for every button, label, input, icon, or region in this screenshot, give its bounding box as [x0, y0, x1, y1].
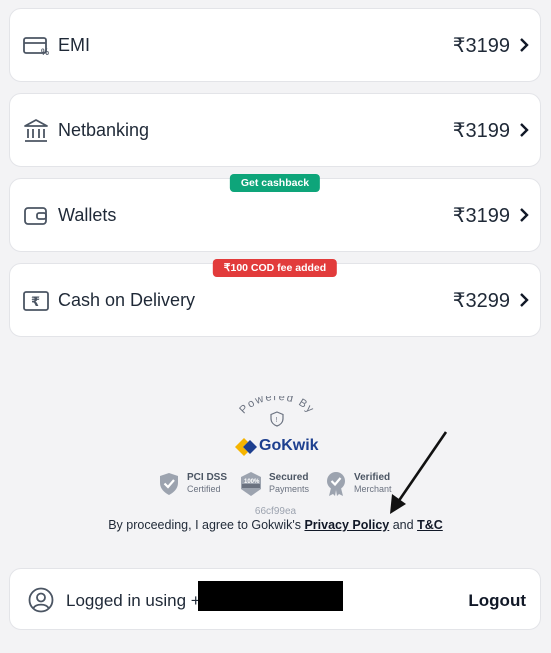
- payment-option-label: EMI: [58, 35, 91, 55]
- gokwik-logo-icon: [235, 438, 257, 456]
- privacy-policy-link[interactable]: Privacy Policy: [304, 518, 389, 532]
- payment-option-label: Wallets: [58, 205, 117, 225]
- wallet-icon: [24, 207, 47, 225]
- secure-100-badge-icon: 100%: [241, 472, 261, 496]
- consent-prefix: By proceeding, I agree to Gokwik's: [108, 518, 301, 532]
- cashback-badge: Get cashback: [229, 174, 321, 192]
- credit-card-percent-icon: %: [23, 37, 49, 57]
- payment-option-wallets[interactable]: Get cashback Wallets ₹3199: [9, 174, 541, 252]
- logged-in-text: Logged in using +9: [66, 591, 211, 610]
- svg-text:Powered By: Powered By: [237, 396, 316, 416]
- svg-text:₹: ₹: [31, 295, 40, 310]
- payment-option-cod[interactable]: ₹100 COD fee added ₹ Cash on Delivery ₹3…: [9, 259, 541, 337]
- consent-and: and: [392, 518, 414, 532]
- chevron-right-icon: [520, 293, 529, 307]
- gokwik-brand-text: GoKwik: [259, 437, 319, 454]
- chevron-right-icon: [520, 123, 529, 137]
- build-hash: 66cf99ea: [254, 506, 297, 517]
- consent-text: By proceeding, I agree to Gokwik's Priva…: [0, 518, 551, 532]
- chevron-right-icon: [520, 208, 529, 222]
- redacted-phone-number: [198, 581, 343, 611]
- powered-by-arc-text: Powered By !: [237, 396, 316, 427]
- payment-option-label: Netbanking: [58, 120, 150, 140]
- payment-option-netbanking[interactable]: Netbanking ₹3199: [9, 93, 541, 167]
- trust-badge-title: Secured: [269, 472, 309, 483]
- svg-text:%: %: [41, 47, 49, 57]
- trust-badge-subtitle: Certified: [187, 484, 221, 494]
- trust-badge-subtitle: Payments: [269, 484, 310, 494]
- user-avatar-icon: [28, 587, 54, 613]
- verified-badge-icon: [327, 472, 345, 496]
- payment-option-price: ₹3299: [452, 290, 510, 312]
- payment-option-price: ₹3199: [452, 35, 510, 57]
- svg-text:!: !: [276, 417, 278, 424]
- bank-icon: [24, 119, 48, 142]
- tnc-link[interactable]: T&C: [417, 518, 443, 532]
- payment-option-emi[interactable]: % EMI ₹3199: [9, 8, 541, 82]
- payment-option-price: ₹3199: [452, 120, 510, 142]
- login-status-card: Logged in using +9 Logout: [9, 568, 541, 630]
- cod-fee-badge: ₹100 COD fee added: [212, 259, 338, 277]
- payment-option-label: Cash on Delivery: [58, 290, 196, 310]
- rupee-note-icon: ₹: [23, 291, 49, 311]
- trust-badge-title: PCI DSS: [187, 472, 228, 483]
- annotation-arrow-icon: [390, 431, 448, 514]
- payment-option-price: ₹3199: [452, 205, 510, 227]
- shield-check-icon: [160, 473, 178, 495]
- chevron-right-icon: [520, 38, 529, 52]
- logout-button[interactable]: Logout: [468, 591, 526, 611]
